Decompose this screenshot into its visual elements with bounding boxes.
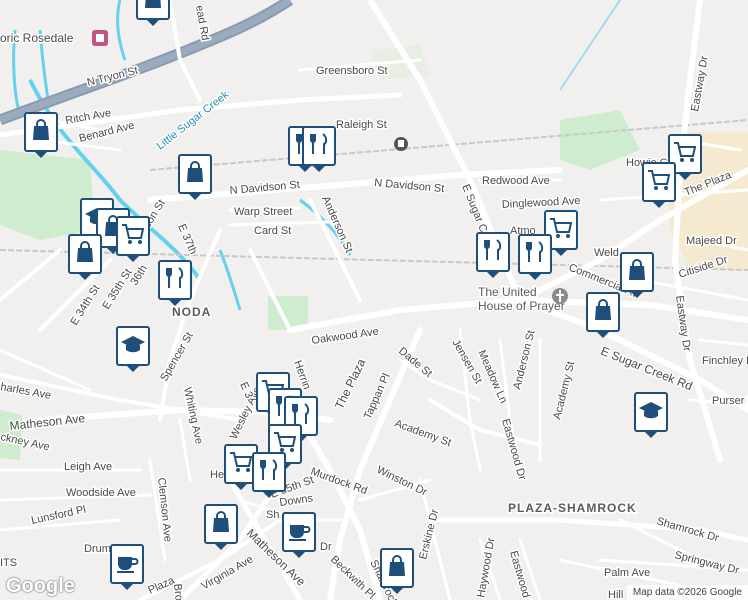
street-label-finchley-dr: Finchley Dr — [702, 355, 748, 367]
street-label-card-st: Card St — [254, 225, 291, 237]
shopping-bag-icon — [72, 239, 98, 270]
street-label-sh: Sh — [266, 509, 279, 521]
map-marker[interactable] — [68, 234, 102, 280]
street-label-redwood-ave: Redwood Ave — [482, 175, 550, 187]
neighborhood-label-noda: NODA — [172, 305, 211, 319]
map-marker[interactable] — [116, 326, 150, 372]
google-logo[interactable]: Google — [6, 575, 75, 598]
transit-icon — [394, 137, 408, 151]
school-icon — [120, 331, 146, 362]
street-label-warp-street: Warp Street — [234, 206, 292, 218]
shopping-cart-icon — [120, 221, 146, 252]
street-label-purser-dr: Purser Dr — [712, 395, 748, 407]
street-label-ck-dr: Dr — [320, 541, 332, 553]
map-marker[interactable] — [282, 512, 316, 558]
restaurant-icon — [480, 237, 506, 268]
street-label-its: ITS — [0, 557, 17, 569]
street-label-hill: Hill — [608, 589, 623, 600]
shopping-bag-icon — [182, 159, 208, 190]
street-label-greensboro-st: Greensboro St — [316, 65, 388, 77]
map-marker[interactable] — [110, 544, 144, 590]
street-label-leigh-ave: Leigh Ave — [64, 461, 112, 473]
map-marker[interactable] — [620, 252, 654, 298]
map-marker[interactable] — [586, 292, 620, 338]
church-label-line-2: House of Prayer — [478, 299, 565, 313]
shopping-bag-icon — [590, 297, 616, 328]
map-marker[interactable] — [136, 0, 170, 26]
street-label-he: He — [210, 469, 224, 481]
map-marker[interactable] — [476, 232, 510, 278]
cafe-icon — [286, 517, 312, 548]
restaurant-icon — [256, 457, 282, 488]
map-marker[interactable] — [178, 154, 212, 200]
restaurant-icon — [522, 239, 548, 270]
map-marker[interactable] — [634, 392, 668, 438]
church-label-line-1: The United — [478, 285, 537, 299]
street-label-weld: Weld — [594, 247, 619, 259]
street-label-woodside-ave: Woodside Ave — [66, 487, 136, 499]
shopping-cart-icon — [646, 167, 672, 198]
shopping-bag-icon — [140, 0, 166, 16]
map-marker[interactable] — [642, 162, 676, 208]
map-marker[interactable] — [116, 216, 150, 262]
neighborhood-label-plaza-shamrock: PLAZA-SHAMROCK — [508, 501, 637, 515]
map-canvas[interactable]: oric Rosedale Little Sugar Creek N Tryon… — [0, 0, 748, 600]
church-icon — [552, 288, 568, 304]
street-label-broad: Bro — [171, 583, 185, 600]
shopping-bag-icon — [28, 117, 54, 148]
map-marker[interactable] — [518, 234, 552, 280]
restaurant-icon — [162, 265, 188, 296]
map-marker[interactable] — [204, 504, 238, 550]
street-label-majeed-dr: Majeed Dr — [686, 235, 737, 247]
map-attribution[interactable]: Map data ©2026 Google — [626, 585, 748, 600]
shopping-bag-icon — [624, 257, 650, 288]
map-marker[interactable] — [252, 452, 286, 498]
map-marker[interactable] — [380, 548, 414, 594]
shopping-cart-icon — [228, 449, 254, 480]
shopping-bag-icon — [384, 553, 410, 584]
museum-icon — [92, 30, 108, 46]
map-marker[interactable] — [158, 260, 192, 306]
shopping-bag-icon — [208, 509, 234, 540]
street-label-raleigh-st: Raleigh St — [336, 119, 387, 131]
street-label-palm-ave: Palm Ave — [604, 567, 650, 579]
school-icon — [638, 397, 664, 428]
place-label-historic-rosedale: oric Rosedale — [0, 31, 74, 45]
restaurant-icon — [306, 131, 332, 162]
map-marker[interactable] — [24, 112, 58, 158]
cafe-icon — [114, 549, 140, 580]
map-marker[interactable] — [302, 126, 336, 172]
